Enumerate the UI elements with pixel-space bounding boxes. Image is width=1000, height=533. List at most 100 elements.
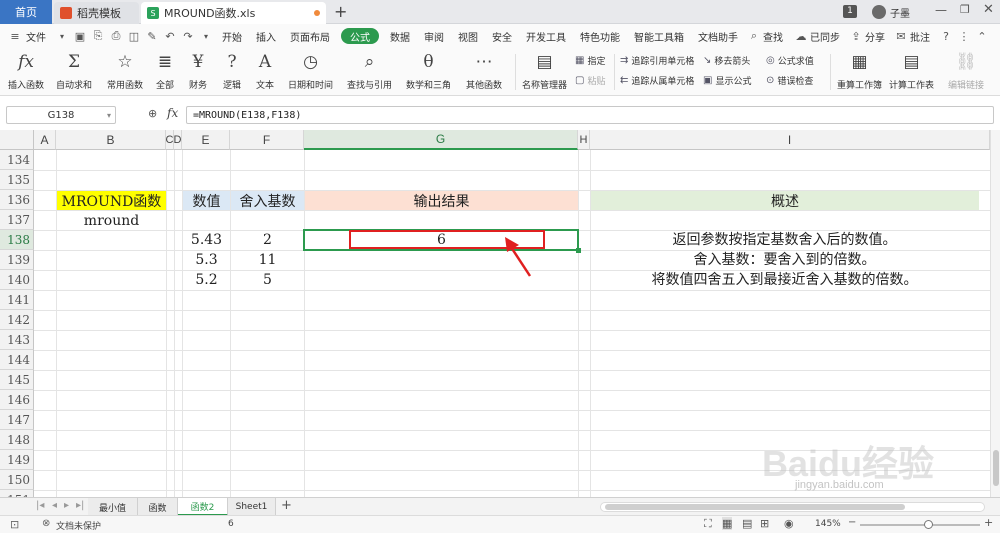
menu-review[interactable]: 审阅 [417, 24, 451, 48]
column-header-d[interactable]: D [174, 130, 182, 150]
other-functions-button[interactable]: ⋯ 其他函数 [466, 50, 502, 91]
row-header[interactable]: 144 [0, 350, 34, 370]
vertical-scrollbar[interactable] [990, 130, 1000, 497]
cell-f139[interactable]: 11 [231, 250, 304, 270]
menu-doc-assistant[interactable]: 文档助手 [691, 24, 745, 48]
all-functions-button[interactable]: ≣ 全部 [156, 50, 174, 91]
logic-functions-button[interactable]: ? 逻辑 [223, 50, 241, 91]
cell-e139[interactable]: 5.3 [183, 250, 230, 270]
error-check-button[interactable]: ⊙ 错误检查 [766, 74, 813, 87]
zoom-out-icon[interactable]: − [848, 517, 856, 528]
menu-page-layout[interactable]: 页面布局 [283, 24, 337, 48]
menu-view[interactable]: 视图 [451, 24, 485, 48]
zoom-magnifier-icon[interactable]: ⊕ [148, 107, 157, 120]
share-button[interactable]: 分享 [865, 24, 892, 48]
help-icon[interactable]: ? [939, 29, 953, 43]
name-manager-button[interactable]: ▤ 名称管理器 [522, 50, 567, 91]
cell-e138[interactable]: 5.43 [183, 230, 230, 250]
page-layout-view-icon[interactable]: ▤ [742, 517, 752, 530]
trace-dependents-button[interactable]: ⇇ 追踪从属单元格 [620, 74, 694, 87]
comment-icon[interactable]: ✉ [894, 29, 908, 43]
format-painter-icon[interactable]: ✎ [145, 29, 159, 43]
row-header[interactable]: 142 [0, 310, 34, 330]
formula-input[interactable]: =MROUND(E138,F138) [186, 106, 994, 124]
paste-button[interactable]: ▢ 粘贴 [575, 74, 605, 87]
column-header-f[interactable]: F [230, 130, 304, 150]
menu-file[interactable]: 文件 [24, 24, 53, 48]
chevron-down-icon[interactable]: ▾ [55, 29, 69, 43]
more-icon[interactable]: ⋮ [957, 29, 971, 43]
row-header[interactable]: 137 [0, 210, 34, 230]
evaluate-formula-button[interactable]: ◎ 公式求值 [766, 54, 814, 67]
search-icon[interactable]: ⌕ [747, 29, 761, 43]
cell-f140[interactable]: 5 [231, 270, 304, 290]
cell-e136-header[interactable]: 数值 [183, 191, 230, 210]
description-line-1[interactable]: 返回参数按指定基数舍入后的数值。 [590, 230, 979, 250]
scrollbar-thumb[interactable] [605, 504, 905, 510]
column-header-i[interactable]: I [590, 130, 990, 150]
sync-status[interactable]: 已同步 [810, 24, 847, 48]
minimize-icon[interactable]: — [935, 3, 947, 17]
add-sheet-button[interactable]: + [281, 498, 292, 513]
specify-button[interactable]: ▦ 指定 [575, 54, 605, 67]
prev-sheet-icon[interactable]: ◂ [52, 500, 57, 511]
next-sheet-icon[interactable]: ▸ [64, 500, 69, 511]
menu-toolbox[interactable]: 智能工具箱 [627, 24, 691, 48]
calc-sheet-button[interactable]: ▤ 计算工作表 [889, 50, 934, 91]
sheet-tab[interactable]: Sheet1 [228, 498, 276, 516]
preview-icon[interactable]: ◫ [127, 29, 141, 43]
share-icon[interactable]: ⇪ [849, 29, 863, 43]
menu-insert[interactable]: 插入 [249, 24, 283, 48]
scrollbar-thumb[interactable] [993, 450, 999, 486]
insert-function-button[interactable]: fx 插入函数 [8, 50, 44, 91]
edit-links-button[interactable]: ⛓ 编辑链接 [948, 50, 984, 91]
column-header-h[interactable]: H [578, 130, 590, 150]
datetime-functions-button[interactable]: ◷ 日期和时间 [288, 50, 333, 91]
menu-formula[interactable]: 公式 [341, 28, 379, 44]
sync-icon[interactable]: ☁ [794, 29, 808, 43]
row-header[interactable]: 147 [0, 410, 34, 430]
chevron-down-icon[interactable]: ▾ [199, 29, 213, 43]
close-icon[interactable]: ✕ [983, 2, 994, 17]
menu-search[interactable]: 查找 [763, 24, 790, 48]
row-header[interactable]: 151 [0, 490, 34, 497]
remove-arrows-button[interactable]: ↘ 移去箭头 [703, 54, 750, 67]
restore-icon[interactable]: ❐ [960, 3, 970, 16]
save-icon[interactable]: ▣ [73, 29, 87, 43]
normal-view-icon[interactable]: ▦ [722, 517, 733, 530]
autosum-button[interactable]: Σ 自动求和 [56, 50, 92, 91]
collapse-ribbon-icon[interactable]: ⌃ [975, 29, 989, 43]
cell-b136-title[interactable]: MROUND函数 [57, 191, 166, 210]
row-header[interactable]: 134 [0, 150, 34, 170]
row-header[interactable]: 146 [0, 390, 34, 410]
column-header-e[interactable]: E [182, 130, 230, 150]
new-tab-button[interactable]: + [334, 2, 347, 21]
menu-features[interactable]: 特色功能 [573, 24, 627, 48]
zoom-slider[interactable] [860, 524, 980, 526]
row-header[interactable]: 141 [0, 290, 34, 310]
first-sheet-icon[interactable]: |◂ [36, 500, 44, 511]
sheet-tab[interactable]: 最小值 [88, 498, 138, 516]
cell-f138[interactable]: 2 [231, 230, 304, 250]
description-line-2[interactable]: 舍入基数：要舍入到的倍数。 [590, 250, 979, 270]
avatar[interactable] [872, 5, 886, 19]
undo-icon[interactable]: ↶ [163, 29, 177, 43]
menu-security[interactable]: 安全 [485, 24, 519, 48]
cell-e140[interactable]: 5.2 [183, 270, 230, 290]
tab-document[interactable]: S MROUND函数.xls [141, 2, 326, 24]
eye-protect-icon[interactable]: ◉ [784, 517, 794, 530]
cell-f136-header[interactable]: 舍入基数 [231, 191, 304, 210]
math-functions-button[interactable]: θ 数学和三角 [406, 50, 451, 91]
row-header[interactable]: 143 [0, 330, 34, 350]
row-header[interactable]: 148 [0, 430, 34, 450]
common-functions-button[interactable]: ☆ 常用函数 [107, 50, 143, 91]
cell-i136-header[interactable]: 概述 [591, 191, 979, 210]
sheet-tab[interactable]: 函数 [138, 498, 178, 516]
redo-icon[interactable]: ↷ [181, 29, 195, 43]
menu-start[interactable]: 开始 [215, 24, 249, 48]
row-header[interactable]: 150 [0, 470, 34, 490]
zoom-slider-handle[interactable] [924, 520, 933, 529]
tab-home[interactable]: 首页 [0, 0, 52, 24]
horizontal-scrollbar[interactable] [600, 502, 985, 512]
zoom-level[interactable]: 145% [815, 519, 841, 529]
